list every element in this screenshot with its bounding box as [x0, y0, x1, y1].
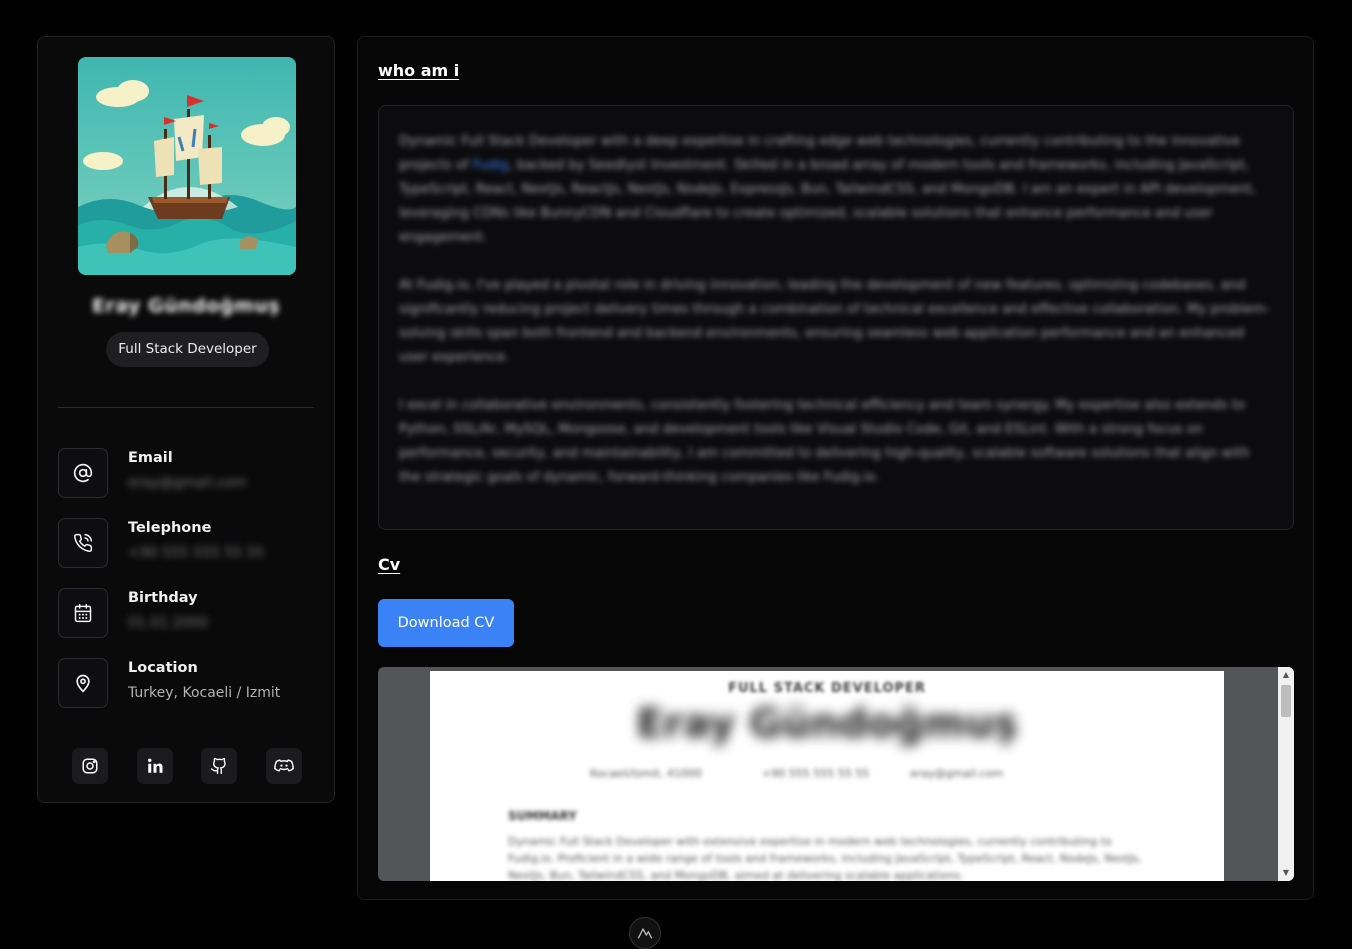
- cv-summary-title: SUMMARY: [508, 809, 577, 823]
- divider: [58, 407, 314, 408]
- scroll-down-arrow-icon[interactable]: ▼: [1281, 868, 1291, 878]
- calendar-icon: [58, 588, 108, 638]
- contact-email: Email eray@gmail.com: [58, 448, 298, 498]
- about-paragraph: I excel in collaborative environments, c…: [399, 398, 1250, 485]
- role-badge: Full Stack Developer: [106, 332, 269, 367]
- main-panel: who am i Dynamic Full Stack Developer wi…: [357, 36, 1314, 900]
- cv-scrollbar[interactable]: ▲ ▼: [1278, 667, 1294, 881]
- download-cv-button[interactable]: Download CV: [378, 599, 514, 647]
- company-link[interactable]: Fudig: [473, 158, 509, 173]
- cv-email: eray@gmail.com: [910, 767, 1004, 780]
- scroll-up-arrow-icon[interactable]: ▲: [1281, 670, 1291, 680]
- email-value[interactable]: eray@gmail.com: [128, 475, 246, 491]
- linkedin-icon[interactable]: [137, 748, 173, 784]
- instagram-icon[interactable]: [72, 748, 108, 784]
- avatar: [78, 57, 296, 275]
- telephone-value[interactable]: +90 555 555 55 55: [128, 545, 264, 561]
- contact-label: Email: [128, 450, 173, 466]
- pirate-ship-illustration: [78, 57, 296, 275]
- github-icon[interactable]: [201, 748, 237, 784]
- cv-summary-text: Dynamic Full Stack Developer with extens…: [508, 835, 1142, 881]
- contact-label: Telephone: [128, 520, 212, 536]
- footer-logo-icon[interactable]: [629, 917, 661, 949]
- birthday-value: 01.01.2000: [128, 615, 209, 631]
- about-paragraph: At Fudig.io, I've played a pivotal role …: [399, 278, 1270, 365]
- location-pin-icon: [58, 658, 108, 708]
- contact-telephone: Telephone +90 555 555 55 55: [58, 518, 298, 568]
- contact-label: Birthday: [128, 590, 198, 606]
- contact-label: Location: [128, 660, 198, 676]
- discord-icon[interactable]: [266, 748, 302, 784]
- cv-headline: FULL STACK DEVELOPER: [728, 681, 926, 696]
- profile-sidebar: Eray Gündoğmuş Full Stack Developer Emai…: [37, 36, 335, 803]
- cv-phone: +90 555 555 55 55: [762, 767, 870, 780]
- cv-section-title: Cv: [378, 555, 401, 574]
- location-value: Turkey, Kocaeli / Izmit: [128, 685, 281, 701]
- cv-page: FULL STACK DEVELOPER Eray Gündoğmuş Koca…: [430, 671, 1224, 881]
- profile-name: Eray Gündoğmuş: [91, 295, 281, 317]
- phone-icon: [58, 518, 108, 568]
- about-text-box: Dynamic Full Stack Developer with a deep…: [378, 105, 1294, 530]
- contact-location: Location Turkey, Kocaeli / Izmit: [58, 658, 298, 708]
- cv-location: Kocaeli/Izmit, 41000: [590, 767, 702, 780]
- scroll-thumb[interactable]: [1281, 685, 1291, 717]
- at-icon: [58, 448, 108, 498]
- cv-name: Eray Gündoğmuş: [636, 701, 1018, 747]
- about-paragraph: Dynamic Full Stack Developer with a deep…: [399, 134, 1257, 245]
- contact-birthday: Birthday 01.01.2000: [58, 588, 298, 638]
- about-section-title: who am i: [378, 61, 460, 80]
- cv-pdf-viewer[interactable]: FULL STACK DEVELOPER Eray Gündoğmuş Koca…: [378, 667, 1294, 881]
